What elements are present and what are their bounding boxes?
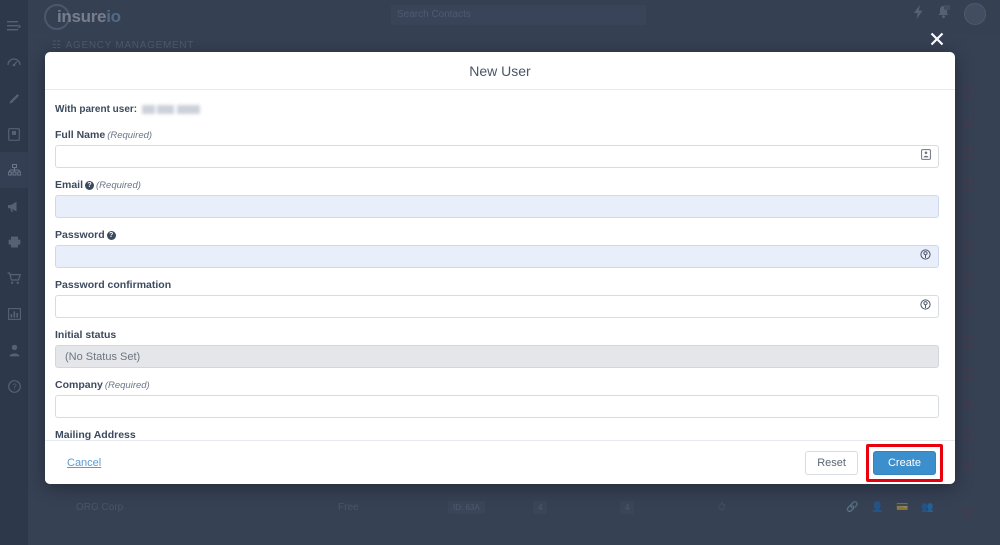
password-confirmation-field[interactable] (55, 295, 939, 318)
create-button[interactable]: Create (872, 450, 936, 475)
modal-header: New User (45, 52, 955, 90)
company-field[interactable] (55, 395, 939, 418)
full-name-label: Full Name (Required) (55, 129, 940, 141)
field-full-name: Full Name (Required) (55, 129, 940, 168)
password-label-text: Password (55, 229, 105, 241)
company-label-text: Company (55, 379, 103, 391)
full-name-input[interactable] (55, 145, 939, 168)
parent-user-value (142, 105, 201, 114)
close-glyph-icon (930, 32, 944, 46)
company-required: (Required) (104, 380, 150, 391)
field-initial-status: Initial status (No Status Set) (55, 329, 940, 368)
email-required: (Required) (96, 180, 141, 191)
email-label-text: Email (55, 179, 84, 191)
field-mailing-address: Mailing Address Street Address City Zip (55, 429, 940, 440)
create-button-highlight: Create (865, 443, 943, 482)
key-icon[interactable] (920, 299, 931, 313)
new-user-modal: New User With parent user: Full Name (Req… (45, 52, 955, 484)
page-title: New User (469, 62, 531, 79)
mailing-address-label: Mailing Address (55, 429, 136, 440)
parent-user-label: With parent user: (55, 104, 138, 115)
key-icon[interactable] (920, 249, 931, 263)
field-email: Email? (Required) (55, 179, 940, 218)
key-glyph-icon (920, 299, 931, 310)
email-label: Email? (Required) (55, 179, 940, 191)
field-company: Company (Required) (55, 379, 940, 418)
email-field[interactable] (55, 195, 939, 218)
initial-status-select[interactable]: (No Status Set) (55, 345, 939, 368)
full-name-required: (Required) (107, 130, 153, 141)
field-password: Password? (55, 229, 940, 268)
help-icon[interactable]: ? (85, 181, 95, 190)
help-icon[interactable]: ? (106, 231, 116, 240)
id-card-icon[interactable] (921, 149, 931, 163)
footer-actions: Reset Create (805, 443, 943, 482)
cancel-button[interactable]: Cancel (67, 457, 101, 469)
password-label: Password? (55, 229, 940, 241)
parent-user-line: With parent user: (55, 104, 940, 115)
password-confirmation-label: Password confirmation (55, 279, 172, 291)
full-name-label-text: Full Name (55, 129, 106, 141)
modal-footer: Cancel Reset Create (45, 440, 955, 484)
modal-body[interactable]: With parent user: Full Name (Required) E… (45, 90, 955, 440)
reset-button[interactable]: Reset (805, 450, 858, 475)
key-glyph-icon (920, 249, 931, 260)
password-field[interactable] (55, 245, 939, 268)
close-icon[interactable] (928, 31, 946, 49)
company-label: Company (Required) (55, 379, 940, 391)
field-password-confirmation: Password confirmation (55, 279, 940, 318)
initial-status-value: (No Status Set) (65, 350, 141, 363)
initial-status-label: Initial status (55, 329, 117, 341)
id-card-glyph-icon (921, 149, 931, 160)
